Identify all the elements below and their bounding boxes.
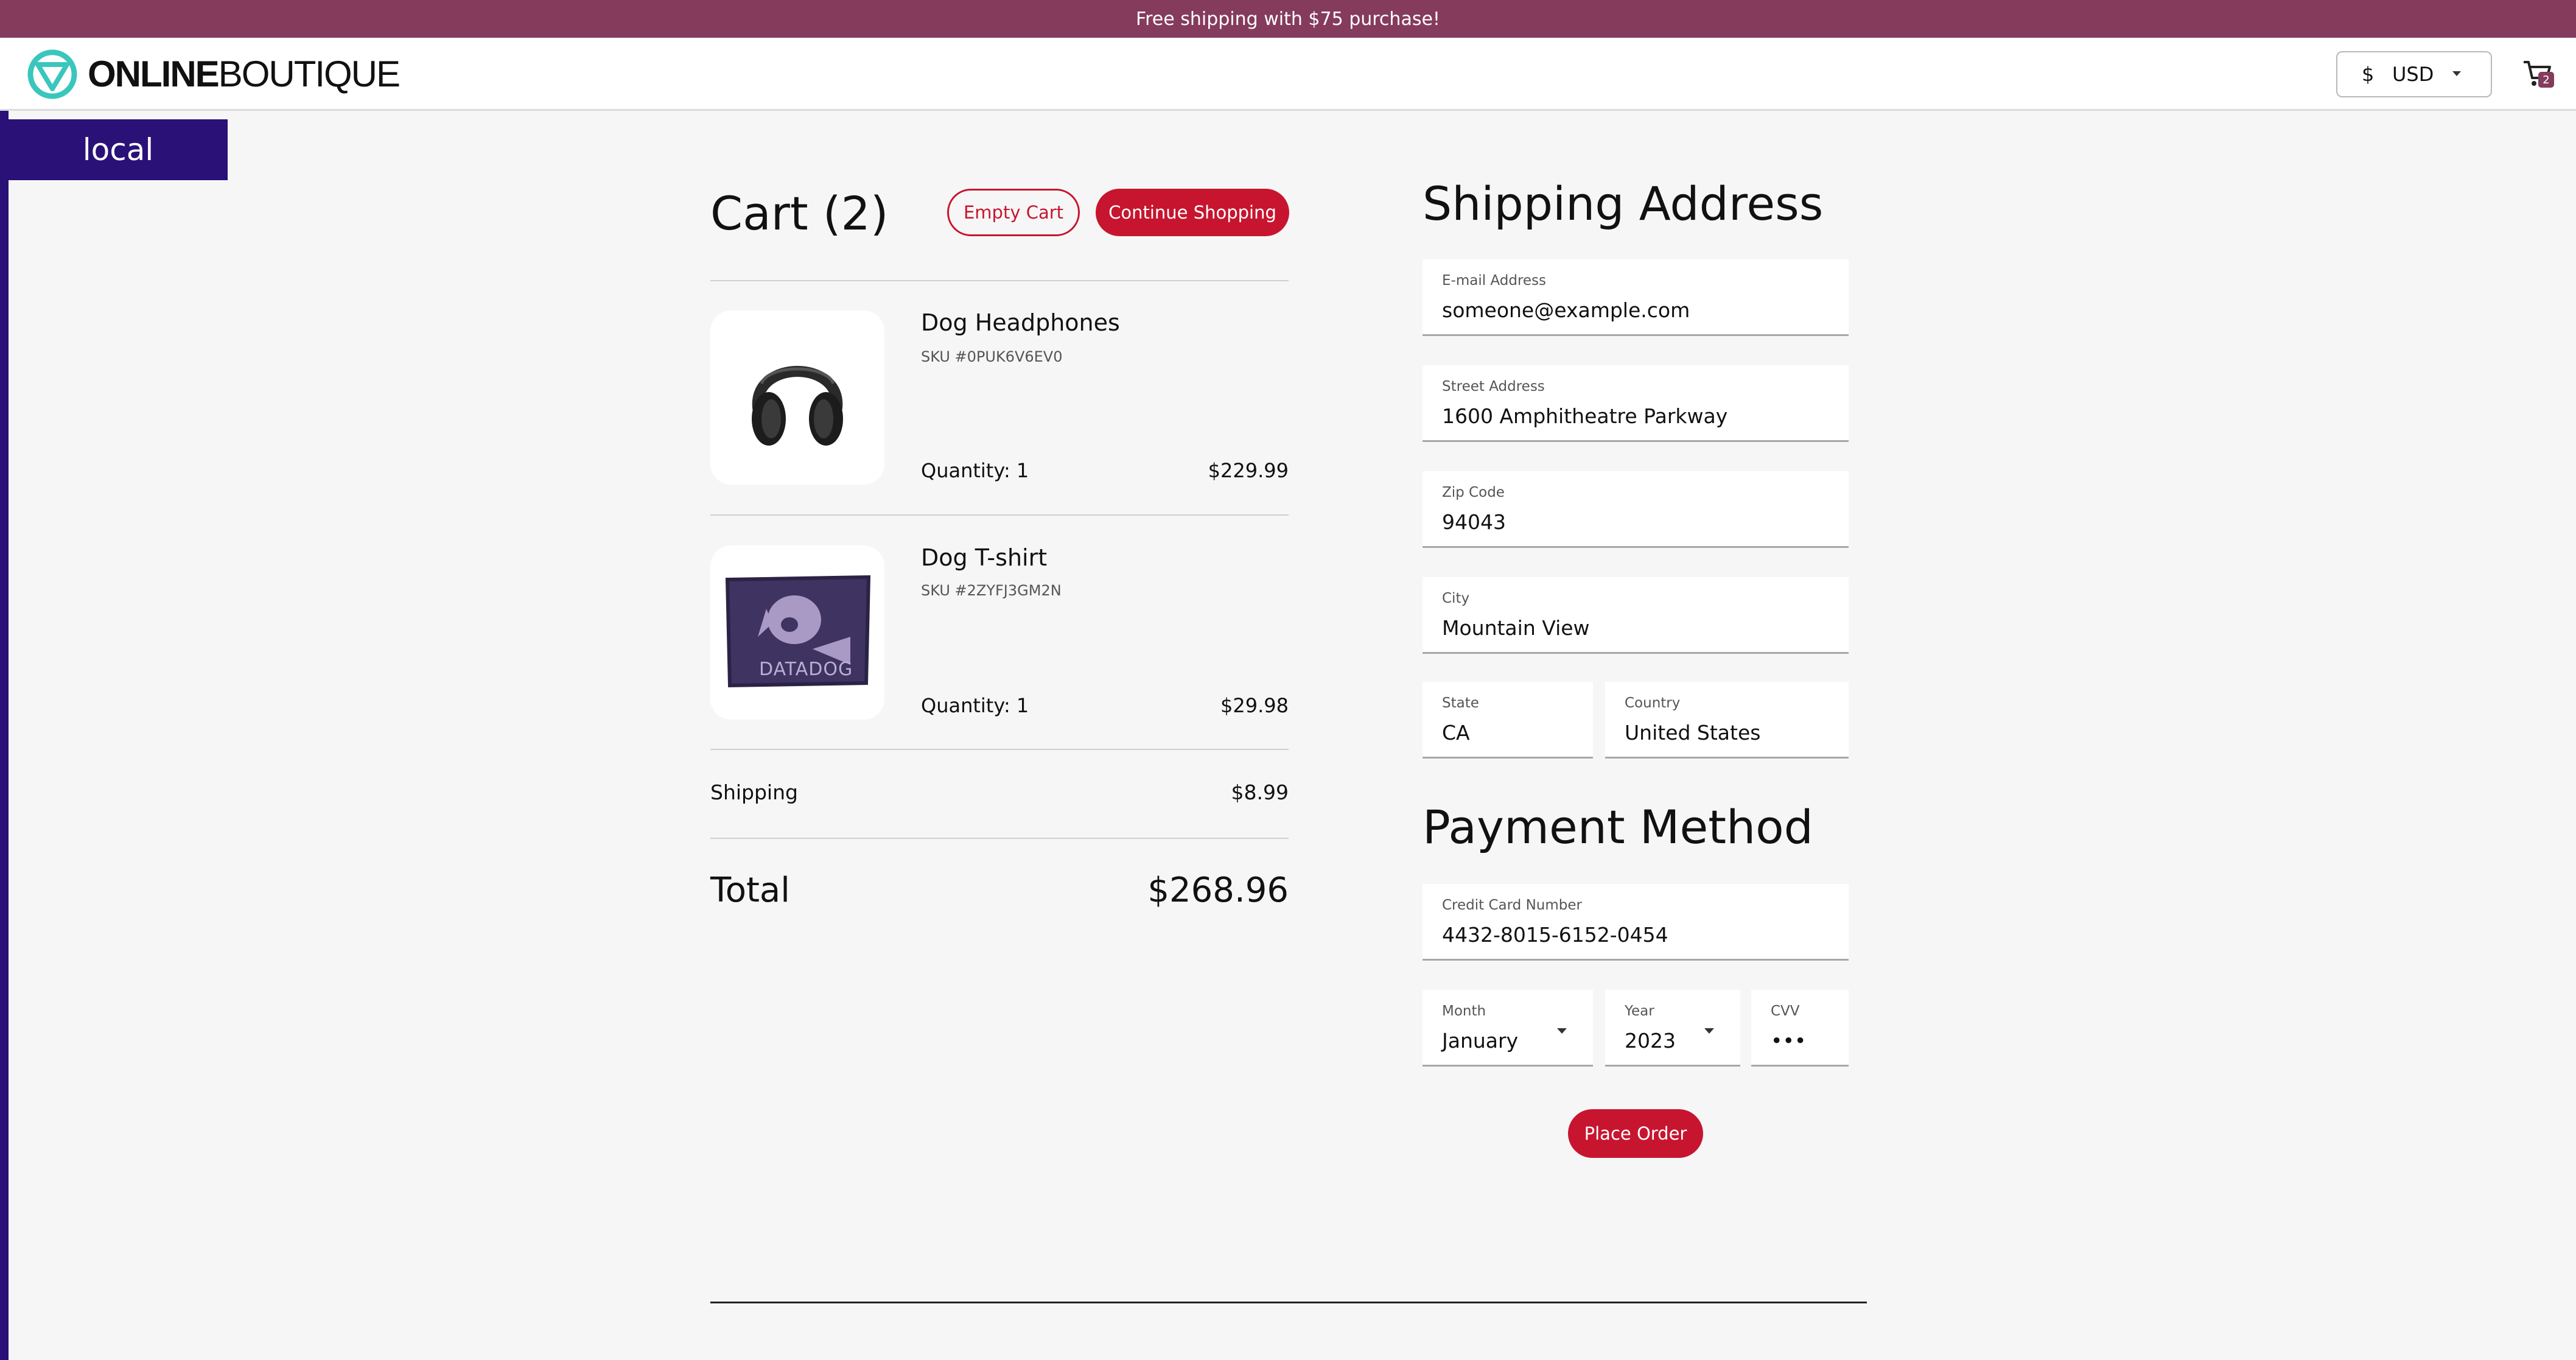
- cart-item-image[interactable]: DATADOG: [710, 545, 884, 720]
- cart-item-quantity: Quantity: 1: [921, 459, 1029, 482]
- shipping-price: $8.99: [1231, 780, 1289, 804]
- year-value: 2023: [1625, 1029, 1676, 1053]
- divider: [710, 280, 1289, 281]
- environment-label: local: [82, 132, 154, 167]
- empty-cart-button[interactable]: Empty Cart: [947, 189, 1080, 236]
- cart-item-image[interactable]: [710, 310, 884, 485]
- cart-item-quantity: Quantity: 1: [921, 694, 1029, 717]
- tshirt-print-text: DATADOG: [759, 659, 853, 680]
- country-field[interactable]: Country United States: [1605, 682, 1849, 759]
- cart-item-sku: SKU #2ZYFJ3GM2N: [921, 582, 1062, 599]
- chevron-down-icon: [2452, 71, 2461, 76]
- environment-tag: local: [9, 119, 228, 180]
- credit-card-label: Credit Card Number: [1442, 897, 1582, 913]
- zip-code-value: 94043: [1442, 510, 1506, 534]
- promo-banner: Free shipping with $75 purchase!: [0, 0, 2576, 38]
- credit-card-field[interactable]: Credit Card Number 4432-8015-6152-0454: [1423, 884, 1849, 961]
- email-field[interactable]: E-mail Address someone@example.com: [1423, 259, 1849, 336]
- tshirt-icon: [725, 575, 871, 688]
- site-logo[interactable]: ONLINEBOUTIQUE: [27, 49, 401, 100]
- logo-icon: [27, 49, 77, 99]
- cart-item-price: $229.99: [1208, 459, 1289, 482]
- cvv-value: •••: [1771, 1029, 1807, 1053]
- cart-item-sku: SKU #0PUK6V6EV0: [921, 348, 1063, 365]
- cart-link[interactable]: 2: [2521, 57, 2555, 91]
- logo-bold-text: ONLINE: [88, 54, 220, 94]
- cart-title: Cart (2): [710, 186, 889, 240]
- state-field[interactable]: State CA: [1423, 682, 1593, 759]
- headphones-icon: [752, 366, 843, 446]
- credit-card-value: 4432-8015-6152-0454: [1442, 923, 1668, 947]
- divider: [710, 514, 1289, 516]
- site-header: ONLINEBOUTIQUE $ USD 2: [0, 38, 2576, 111]
- place-order-button[interactable]: Place Order: [1568, 1109, 1703, 1158]
- cvv-label: CVV: [1771, 1003, 1800, 1019]
- logo-wordmark: ONLINEBOUTIQUE: [88, 54, 401, 94]
- cvv-field[interactable]: CVV •••: [1751, 990, 1849, 1067]
- continue-shopping-button[interactable]: Continue Shopping: [1096, 189, 1289, 236]
- logo-light-text: BOUTIQUE: [218, 54, 401, 94]
- divider: [710, 838, 1289, 839]
- email-label: E-mail Address: [1442, 273, 1547, 289]
- currency-code: USD: [2392, 63, 2434, 86]
- city-value: Mountain View: [1442, 616, 1590, 640]
- street-address-value: 1600 Amphitheatre Parkway: [1442, 404, 1728, 428]
- promo-text: Free shipping with $75 purchase!: [1136, 8, 1440, 30]
- zip-code-field[interactable]: Zip Code 94043: [1423, 471, 1849, 548]
- year-select[interactable]: Year 2023: [1605, 990, 1740, 1067]
- zip-code-label: Zip Code: [1442, 485, 1505, 500]
- cart-count-badge: 2: [2538, 72, 2554, 88]
- state-value: CA: [1442, 721, 1470, 745]
- shipping-address-title: Shipping Address: [1423, 177, 1824, 231]
- currency-symbol: $: [2362, 63, 2375, 86]
- environment-sidebar: [0, 111, 9, 1360]
- cart-item-price: $29.98: [1220, 694, 1289, 717]
- footer-divider: [710, 1302, 1867, 1303]
- year-label: Year: [1625, 1003, 1654, 1019]
- street-address-label: Street Address: [1442, 379, 1545, 394]
- shipping-label: Shipping: [710, 780, 798, 804]
- month-select[interactable]: Month January: [1423, 990, 1593, 1067]
- chevron-down-icon: [1557, 1028, 1567, 1034]
- payment-method-title: Payment Method: [1423, 800, 1813, 854]
- state-label: State: [1442, 695, 1479, 711]
- divider: [710, 749, 1289, 750]
- total-label: Total: [710, 871, 790, 910]
- country-value: United States: [1625, 721, 1761, 745]
- email-value: someone@example.com: [1442, 298, 1690, 322]
- city-field[interactable]: City Mountain View: [1423, 577, 1849, 654]
- chevron-down-icon: [1704, 1028, 1714, 1034]
- cart-item-name[interactable]: Dog Headphones: [921, 309, 1120, 336]
- total-price: $268.96: [1147, 871, 1289, 910]
- month-value: January: [1442, 1029, 1519, 1053]
- country-label: Country: [1625, 695, 1681, 711]
- city-label: City: [1442, 591, 1470, 606]
- currency-select[interactable]: $ USD: [2336, 51, 2492, 97]
- month-label: Month: [1442, 1003, 1486, 1019]
- cart-item-name[interactable]: Dog T-shirt: [921, 544, 1047, 571]
- street-address-field[interactable]: Street Address 1600 Amphitheatre Parkway: [1423, 365, 1849, 442]
